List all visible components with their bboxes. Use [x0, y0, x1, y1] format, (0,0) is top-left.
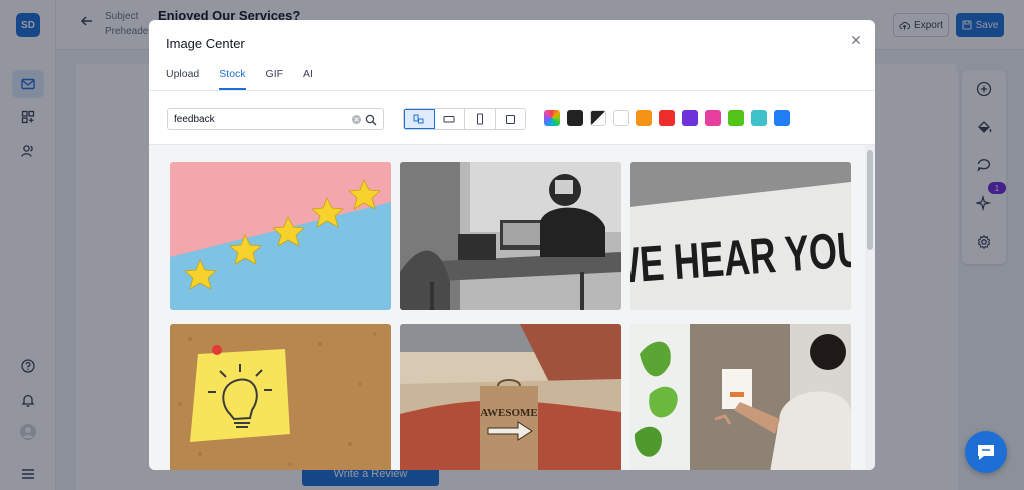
grid-scrollbar-thumb[interactable]: [867, 150, 873, 250]
stock-image-stars[interactable]: [170, 162, 391, 310]
color-black-white-swatch[interactable]: [590, 110, 606, 126]
stock-image-people-working[interactable]: [400, 162, 621, 310]
orientation-landscape-button[interactable]: [435, 109, 465, 129]
color-orange-swatch[interactable]: [636, 110, 652, 126]
search-input[interactable]: [174, 112, 344, 127]
tab-gif[interactable]: GIF: [266, 68, 284, 90]
stock-image-lightbulb-note[interactable]: [170, 324, 391, 470]
support-chat-button[interactable]: [965, 431, 1007, 473]
orientation-portrait-button[interactable]: [465, 109, 496, 129]
image-source-tabs: Upload Stock GIF AI: [166, 68, 313, 90]
portrait-icon: [476, 113, 483, 125]
awesome-sign-text: AWESOME: [480, 407, 537, 419]
color-pink-swatch[interactable]: [705, 110, 721, 126]
orientation-all-button[interactable]: [404, 109, 435, 129]
stock-image-we-hear-you[interactable]: WE HEAR YOU.: [630, 162, 851, 310]
stock-image-feedback-card[interactable]: [630, 324, 851, 470]
close-button[interactable]: [848, 32, 864, 48]
orientation-square-button[interactable]: [496, 109, 526, 129]
close-icon: [852, 36, 860, 44]
landscape-icon: [443, 116, 455, 123]
tabs-divider: [149, 90, 875, 91]
stock-image-awesome-sign[interactable]: AWESOME: [400, 324, 621, 470]
color-red-swatch[interactable]: [659, 110, 675, 126]
color-blue-swatch[interactable]: [774, 110, 790, 126]
color-green-swatch[interactable]: [728, 110, 744, 126]
chat-bubble-icon: [978, 445, 994, 460]
search-field: [167, 108, 384, 130]
search-icon[interactable]: [365, 113, 377, 131]
image-center-modal: Image Center Upload Stock GIF AI feedbac…: [149, 20, 875, 470]
clear-icon[interactable]: [352, 115, 361, 124]
tab-stock[interactable]: Stock: [219, 68, 246, 90]
all-orientations-icon: [413, 114, 424, 123]
stock-image-grid: WE HEAR YOU. AWESOME: [149, 145, 865, 470]
color-teal-swatch[interactable]: [751, 110, 767, 126]
color-black-swatch[interactable]: [567, 110, 583, 126]
tab-ai[interactable]: AI: [303, 68, 313, 90]
orientation-filter: [403, 108, 526, 130]
color-multicolor-swatch[interactable]: [544, 110, 560, 126]
square-icon: [505, 114, 515, 124]
tab-upload[interactable]: Upload: [166, 68, 199, 90]
color-filter: [544, 110, 790, 126]
color-white-swatch[interactable]: [613, 110, 629, 126]
color-purple-swatch[interactable]: [682, 110, 698, 126]
modal-title: Image Center: [166, 36, 245, 51]
